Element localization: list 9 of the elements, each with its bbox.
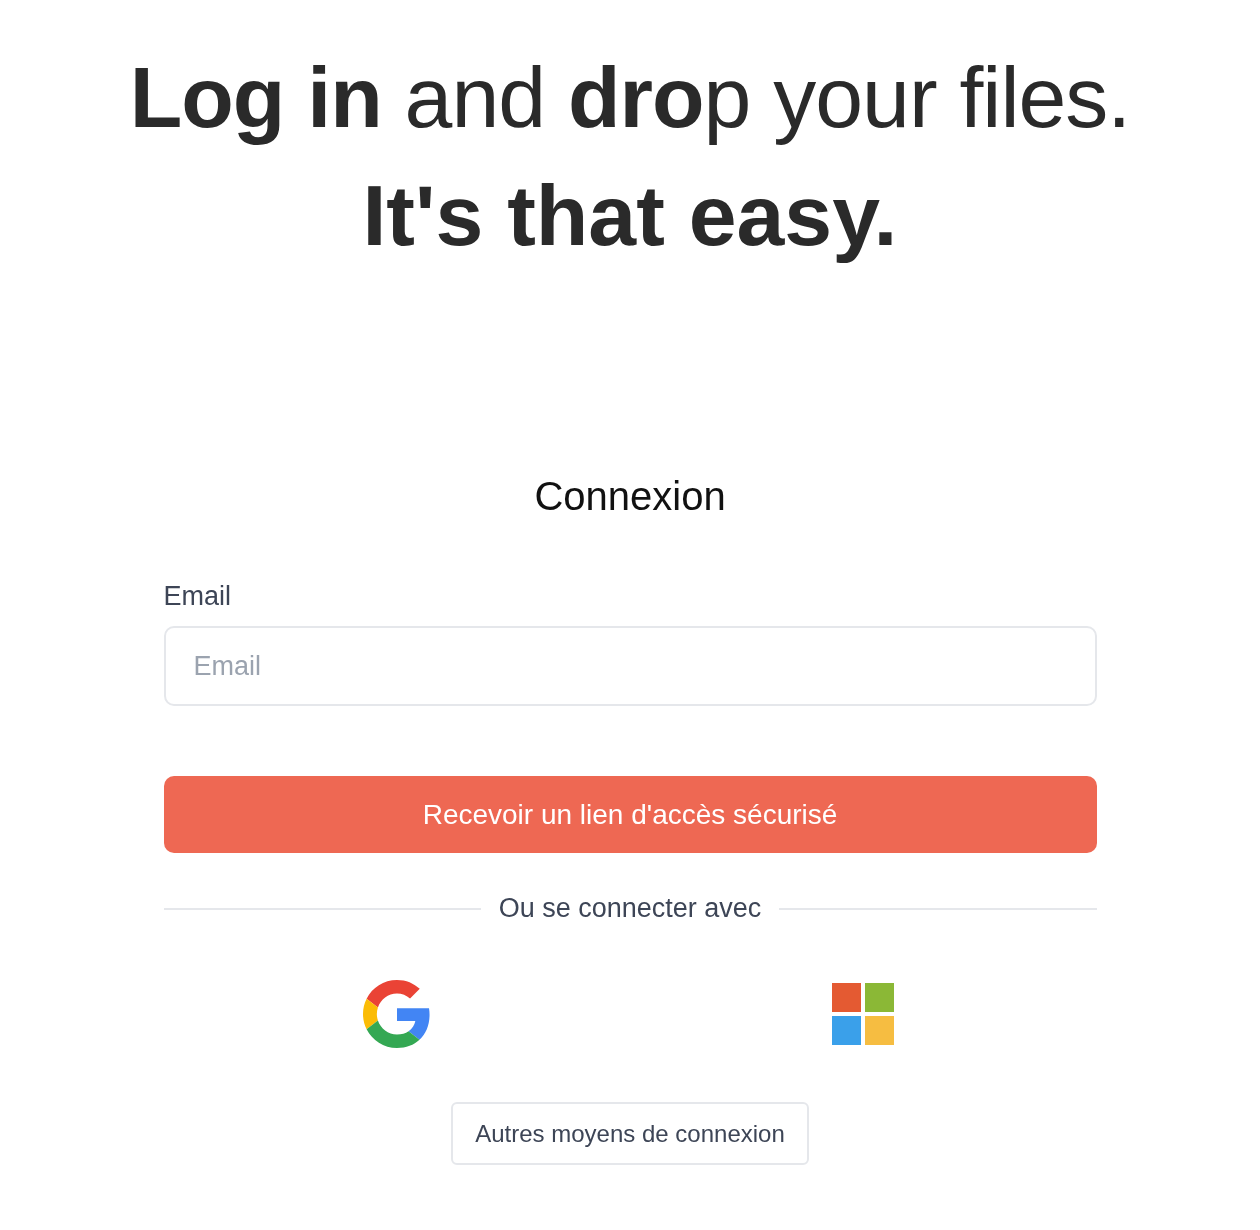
other-login-button[interactable]: Autres moyens de connexion [451, 1102, 809, 1165]
form-title: Connexion [533, 474, 727, 519]
divider-text: Ou se connecter avec [498, 893, 762, 924]
email-label: Email [163, 581, 232, 612]
g-letter-icon[interactable] [362, 979, 431, 1049]
email-field[interactable]: Email [163, 626, 1097, 706]
headline-tagline: It's that easy. [361, 166, 899, 265]
headline: Log in and drop your files. [128, 48, 1132, 147]
four-squares-icon[interactable] [832, 983, 895, 1045]
